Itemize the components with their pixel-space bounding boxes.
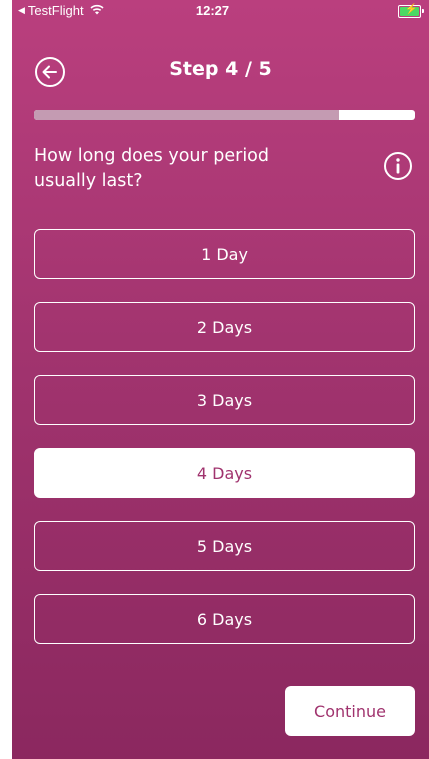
charging-bolt-icon: ⚡ (405, 4, 418, 15)
option-4-days[interactable]: 4 Days (34, 448, 415, 498)
option-3-days[interactable]: 3 Days (34, 375, 415, 425)
battery-nub (422, 9, 424, 13)
option-1-day[interactable]: 1 Day (34, 229, 415, 279)
continue-label: Continue (314, 701, 386, 721)
option-label: 6 Days (196, 609, 253, 629)
page-title: Step 4 / 5 (169, 58, 272, 80)
status-time: 12:27 (195, 3, 230, 18)
status-bar: ◀ TestFlight 12:27 ⚡ (12, 0, 429, 20)
question-text: How long does your period usually last? (34, 146, 269, 191)
continue-button[interactable]: Continue (285, 686, 415, 736)
option-label: 1 Day (201, 244, 248, 264)
option-label: 3 Days (196, 390, 253, 410)
option-label: 5 Days (196, 536, 253, 556)
option-5-days[interactable]: 5 Days (34, 521, 415, 571)
app-screen: ◀ TestFlight 12:27 ⚡ Step 4 / 5 How long… (12, 0, 429, 759)
option-6-days[interactable]: 6 Days (34, 594, 415, 644)
info-circle-icon (384, 152, 412, 180)
option-label: 2 Days (196, 317, 253, 337)
option-2-days[interactable]: 2 Days (34, 302, 415, 352)
battery-charging-icon: ⚡ (398, 4, 424, 18)
progress-bar (34, 110, 415, 120)
option-label: 4 Days (196, 463, 253, 483)
info-button[interactable] (383, 151, 413, 181)
duration-options: 1 Day 2 Days 3 Days 4 Days 5 Days 6 Days (34, 229, 415, 667)
battery-level: ⚡ (400, 4, 419, 16)
progress-bar-fill (34, 110, 339, 120)
